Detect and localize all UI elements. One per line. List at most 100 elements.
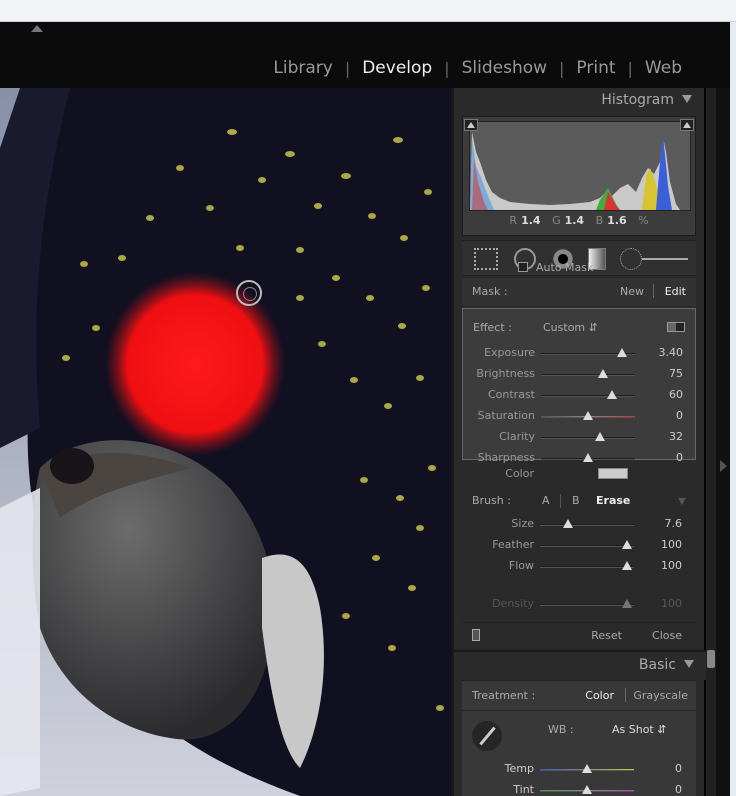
reset-close-row: Reset Close [462, 622, 696, 646]
saturation-label: Saturation [477, 409, 535, 422]
shadow-clipping-icon[interactable] [464, 119, 478, 131]
size-slider-thumb[interactable] [563, 519, 574, 528]
effect-panel: Effect : Custom ⇵ Exposure 3.40 Brightne… [462, 308, 697, 464]
brightness-slider[interactable] [541, 369, 635, 378]
exposure-slider-thumb[interactable] [616, 348, 627, 357]
tint-slider-thumb[interactable] [582, 785, 592, 794]
close-button[interactable]: Close [652, 629, 682, 642]
exposure-value[interactable]: 3.40 [659, 346, 684, 359]
clarity-slider-row: Clarity 32 [463, 427, 697, 448]
brush-cursor-ring [236, 280, 262, 306]
temp-slider-thumb[interactable] [582, 764, 592, 773]
module-slideshow[interactable]: Slideshow [450, 58, 559, 78]
crop-overlay-icon[interactable] [474, 248, 498, 270]
updown-arrow-icon: ⇵ [657, 723, 667, 736]
histogram-title: Histogram [601, 92, 674, 108]
brush-erase-button[interactable]: Erase [596, 494, 630, 507]
collapse-triangle-icon [682, 95, 692, 103]
panel-scrollbar-thumb[interactable] [707, 650, 715, 668]
adjustment-brush-icon[interactable] [620, 248, 642, 270]
collapse-panel-triangle-icon[interactable] [31, 25, 43, 32]
density-value: 100 [661, 597, 682, 610]
module-print[interactable]: Print [564, 58, 627, 78]
percent-unit: % [638, 214, 649, 227]
auto-mask-label: Auto Mask [536, 261, 594, 274]
treatment-color-button[interactable]: Color [585, 689, 614, 702]
tint-value[interactable]: 0 [675, 783, 682, 796]
saturation-slider[interactable] [541, 411, 635, 420]
auto-mask-option[interactable]: Auto Mask [518, 261, 593, 274]
flow-slider-thumb[interactable] [622, 561, 633, 570]
white-balance-eyedropper-icon[interactable] [472, 721, 502, 751]
size-slider-row: Size 7.6 [462, 514, 696, 535]
density-slider[interactable] [540, 599, 634, 608]
photo-canvas[interactable] [0, 88, 452, 796]
color-swatch[interactable] [598, 468, 628, 479]
wb-label: WB : [548, 723, 574, 736]
feather-value[interactable]: 100 [661, 538, 682, 551]
clarity-slider-thumb[interactable] [595, 432, 606, 441]
sharpness-slider[interactable] [541, 453, 635, 462]
size-value[interactable]: 7.6 [665, 517, 683, 530]
mask-separator [653, 284, 654, 298]
updown-arrow-icon: ⇵ [588, 321, 598, 334]
contrast-slider[interactable] [541, 390, 635, 399]
feather-slider-thumb[interactable] [622, 540, 633, 549]
sharpness-slider-thumb[interactable] [583, 453, 593, 462]
flow-slider-row: Flow 100 [462, 556, 696, 577]
mask-new-button[interactable]: New [620, 285, 644, 298]
parrot-photo [0, 88, 452, 796]
flow-slider[interactable] [540, 561, 634, 570]
brightness-slider-thumb[interactable] [598, 369, 609, 378]
temp-value[interactable]: 0 [675, 762, 682, 775]
effect-label: Effect : [473, 321, 512, 334]
saturation-slider-thumb[interactable] [583, 411, 593, 420]
auto-mask-checkbox[interactable] [518, 262, 528, 272]
expand-panel-triangle-icon[interactable] [720, 460, 727, 472]
effect-toggle-switch-icon[interactable] [667, 322, 685, 332]
brush-b-button[interactable]: B [572, 494, 580, 507]
brush-collapse-triangle-icon[interactable] [678, 498, 686, 505]
color-label: Color [505, 467, 534, 480]
module-web[interactable]: Web [633, 58, 694, 78]
temp-slider[interactable] [540, 764, 634, 773]
brightness-value[interactable]: 75 [669, 367, 683, 380]
density-slider-thumb[interactable] [622, 599, 633, 608]
highlight-clipping-icon[interactable] [680, 119, 694, 131]
flow-value[interactable]: 100 [661, 559, 682, 572]
feather-slider[interactable] [540, 540, 634, 549]
basic-title: Basic [638, 657, 676, 673]
mask-edit-button[interactable]: Edit [665, 285, 686, 298]
treatment-row: Treatment : Color Grayscale [462, 681, 696, 711]
saturation-value[interactable]: 0 [676, 409, 683, 422]
exposure-slider-row: Exposure 3.40 [463, 343, 697, 364]
brush-a-button[interactable]: A [542, 494, 550, 507]
panel-scrollbar[interactable] [706, 88, 716, 796]
histogram-graph [469, 121, 691, 211]
contrast-value[interactable]: 60 [669, 388, 683, 401]
sharpness-value[interactable]: 0 [676, 451, 683, 464]
feather-label: Feather [492, 538, 534, 551]
reset-button[interactable]: Reset [591, 629, 622, 642]
r-value: 1.4 [521, 214, 541, 227]
panel-switch-icon[interactable] [472, 629, 480, 641]
wb-dropdown[interactable]: As Shot ⇵ [612, 723, 666, 736]
brush-label: Brush : [472, 494, 511, 507]
histogram-header[interactable]: Histogram [601, 92, 692, 108]
effect-preset-dropdown[interactable]: Custom ⇵ [543, 321, 598, 334]
window-top-strip [0, 0, 736, 22]
temp-slider-row: Temp 0 [462, 759, 696, 780]
exposure-slider[interactable] [541, 348, 635, 357]
window-right-strip [730, 22, 736, 796]
clarity-value[interactable]: 32 [669, 430, 683, 443]
treatment-grayscale-button[interactable]: Grayscale [633, 689, 688, 702]
basic-header[interactable]: Basic [454, 650, 706, 680]
contrast-slider-thumb[interactable] [607, 390, 618, 399]
tint-slider[interactable] [540, 785, 634, 794]
module-develop[interactable]: Develop [350, 58, 444, 78]
clarity-slider[interactable] [541, 432, 635, 441]
flow-label: Flow [508, 559, 534, 572]
module-library[interactable]: Library [261, 58, 344, 78]
size-slider[interactable] [540, 519, 634, 528]
exposure-label: Exposure [484, 346, 535, 359]
